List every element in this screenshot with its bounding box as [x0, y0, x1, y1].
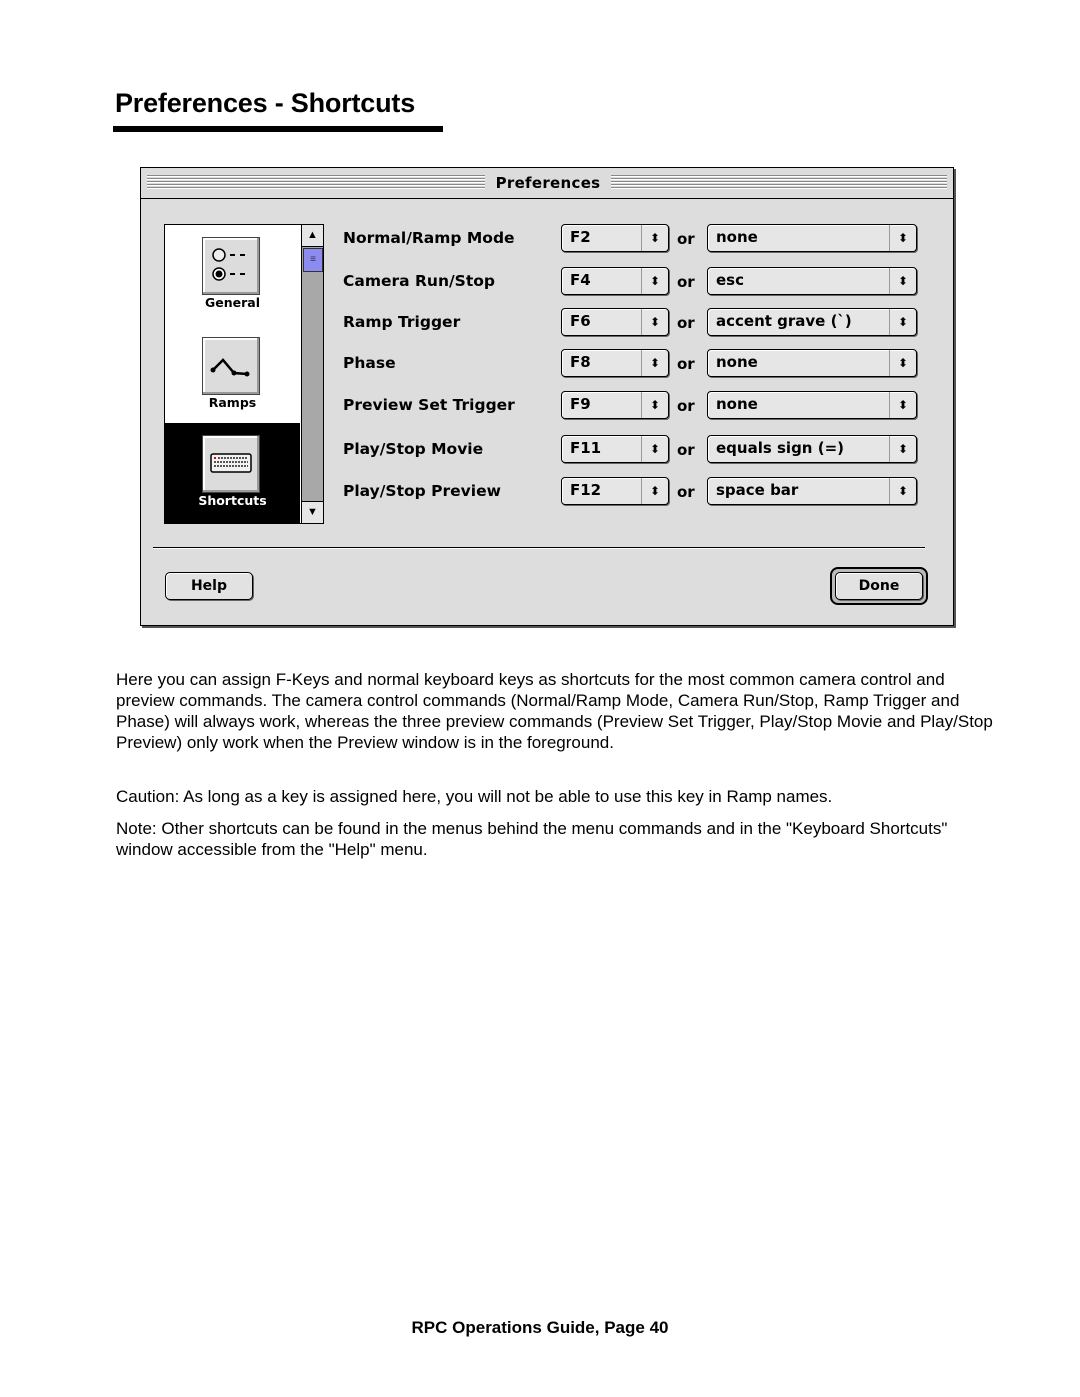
scroll-down-arrow-icon[interactable]: ▼: [302, 501, 323, 523]
or-label: or: [677, 397, 695, 415]
shortcut-label: Preview Set Trigger: [343, 396, 515, 414]
popup-arrows-icon: ⬍: [641, 225, 668, 251]
done-button[interactable]: Done: [835, 572, 923, 600]
fkey-value: F6: [570, 312, 591, 330]
fkey-popup[interactable]: F6 ⬍: [561, 308, 669, 336]
caution-paragraph: Caution: As long as a key is assigned he…: [116, 787, 833, 806]
or-label: or: [677, 273, 695, 291]
alt-key-value: space bar: [716, 481, 799, 499]
title-underline: [113, 126, 443, 132]
alt-key-popup[interactable]: accent grave (`) ⬍: [707, 308, 917, 336]
pane-label-general: General: [205, 295, 260, 310]
radio-buttons-icon: [202, 237, 260, 295]
note-paragraph: Note: Other shortcuts can be found in th…: [116, 819, 948, 859]
alt-key-popup[interactable]: none ⬍: [707, 349, 917, 377]
alt-key-popup[interactable]: space bar ⬍: [707, 477, 917, 505]
page-footer: RPC Operations Guide, Page 40: [411, 1318, 669, 1337]
popup-arrows-icon: ⬍: [889, 225, 916, 251]
popup-arrows-icon: ⬍: [889, 436, 916, 462]
alt-key-value: esc: [716, 271, 744, 289]
alt-key-value: none: [716, 353, 758, 371]
description-paragraph: Here you can assign F-Keys and normal ke…: [116, 670, 993, 752]
shortcut-label: Play/Stop Preview: [343, 482, 501, 500]
popup-arrows-icon: ⬍: [641, 392, 668, 418]
pane-item-shortcuts[interactable]: Shortcuts: [165, 423, 300, 523]
fkey-value: F9: [570, 395, 591, 413]
fkey-popup[interactable]: F12 ⬍: [561, 477, 669, 505]
shortcut-label: Ramp Trigger: [343, 313, 461, 331]
alt-key-value: equals sign (=): [716, 439, 844, 457]
alt-key-value: accent grave (`): [716, 312, 852, 330]
fkey-value: F8: [570, 353, 591, 371]
popup-arrows-icon: ⬍: [889, 478, 916, 504]
fkey-popup[interactable]: F11 ⬍: [561, 435, 669, 463]
alt-key-value: none: [716, 395, 758, 413]
fkey-popup[interactable]: F4 ⬍: [561, 267, 669, 295]
alt-key-popup[interactable]: esc ⬍: [707, 267, 917, 295]
help-button[interactable]: Help: [165, 572, 253, 600]
popup-arrows-icon: ⬍: [641, 436, 668, 462]
preferences-window: Preferences General Ramps Shortcuts ▲ ≡ …: [140, 167, 954, 626]
alt-key-value: none: [716, 228, 758, 246]
pane-item-general[interactable]: General: [165, 225, 300, 325]
pane-item-ramps[interactable]: Ramps: [165, 325, 300, 425]
or-label: or: [677, 441, 695, 459]
window-separator: [153, 547, 925, 548]
fkey-popup[interactable]: F9 ⬍: [561, 391, 669, 419]
popup-arrows-icon: ⬍: [641, 309, 668, 335]
popup-arrows-icon: ⬍: [641, 350, 668, 376]
fkey-value: F12: [570, 481, 602, 499]
alt-key-popup[interactable]: none ⬍: [707, 224, 917, 252]
fkey-value: F11: [570, 439, 602, 457]
popup-arrows-icon: ⬍: [889, 309, 916, 335]
titlebar-stripes-right: [611, 175, 947, 190]
or-label: or: [677, 355, 695, 373]
popup-arrows-icon: ⬍: [889, 350, 916, 376]
preference-pane-list: General Ramps Shortcuts ▲ ≡ ▼: [164, 224, 324, 524]
fkey-value: F2: [570, 228, 591, 246]
ramp-curve-icon: [202, 337, 260, 395]
or-label: or: [677, 230, 695, 248]
pane-list-scrollbar[interactable]: ▲ ≡ ▼: [301, 225, 323, 523]
or-label: or: [677, 314, 695, 332]
popup-arrows-icon: ⬍: [889, 268, 916, 294]
pane-label-shortcuts: Shortcuts: [198, 493, 267, 508]
shortcut-label: Phase: [343, 354, 396, 372]
scroll-up-arrow-icon[interactable]: ▲: [302, 225, 323, 247]
or-label: or: [677, 483, 695, 501]
shortcut-label: Camera Run/Stop: [343, 272, 495, 290]
fkey-popup[interactable]: F2 ⬍: [561, 224, 669, 252]
titlebar-stripes-left: [147, 175, 485, 190]
window-title: Preferences: [495, 174, 601, 192]
alt-key-popup[interactable]: equals sign (=) ⬍: [707, 435, 917, 463]
fkey-value: F4: [570, 271, 591, 289]
popup-arrows-icon: ⬍: [641, 268, 668, 294]
page-title: Preferences - Shortcuts: [115, 88, 416, 118]
fkey-popup[interactable]: F8 ⬍: [561, 349, 669, 377]
pane-label-ramps: Ramps: [208, 395, 257, 410]
scroll-thumb[interactable]: ≡: [303, 248, 323, 272]
window-titlebar[interactable]: Preferences: [141, 168, 953, 199]
shortcut-label: Play/Stop Movie: [343, 440, 484, 458]
popup-arrows-icon: ⬍: [889, 392, 916, 418]
popup-arrows-icon: ⬍: [641, 478, 668, 504]
keyboard-icon: [202, 435, 260, 493]
alt-key-popup[interactable]: none ⬍: [707, 391, 917, 419]
shortcut-label: Normal/Ramp Mode: [343, 229, 515, 247]
